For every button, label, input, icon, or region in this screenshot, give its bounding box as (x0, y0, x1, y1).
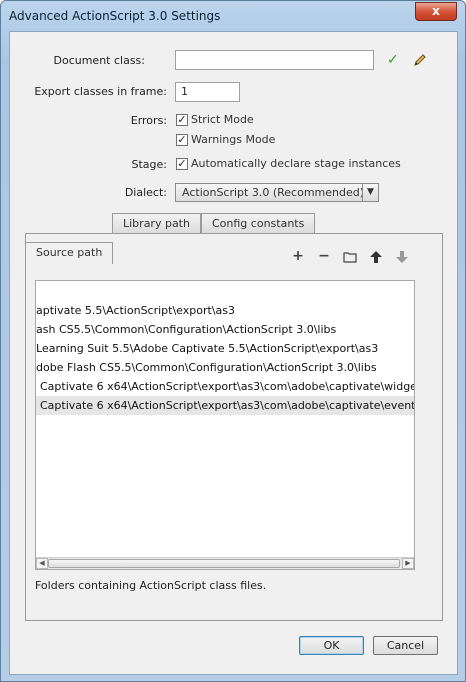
auto-declare-label: Automatically declare stage instances (191, 157, 401, 170)
scroll-left-icon[interactable]: ◀ (36, 558, 48, 569)
move-down-icon[interactable] (395, 250, 409, 264)
ok-button[interactable]: OK (299, 636, 364, 655)
auto-declare-checkbox[interactable]: ✓ Automatically declare stage instances (176, 157, 401, 170)
source-path-list[interactable]: aptivate 5.5\ActionScript\export\as3 ash… (35, 280, 415, 570)
strict-mode-label: Strict Mode (191, 113, 254, 126)
stage-label: Stage: (131, 158, 168, 171)
panel-caption: Folders containing ActionScript class fi… (35, 579, 267, 592)
cancel-button[interactable]: Cancel (373, 636, 438, 655)
dialect-label: Dialect: (124, 186, 167, 199)
dropdown-arrow-icon: ▼ (362, 184, 378, 201)
errors-label: Errors: (130, 114, 167, 127)
title-bar[interactable]: Advanced ActionScript 3.0 Settings x (1, 1, 465, 31)
edit-pencil-icon[interactable] (412, 52, 428, 68)
list-item[interactable]: Learning Suit 5.5\Adobe Captivate 5.5\Ac… (36, 339, 414, 358)
scroll-right-icon[interactable]: ▶ (402, 558, 414, 569)
list-item[interactable]: dobe Flash CS5.5\Common\Configuration\Ac… (36, 358, 414, 377)
checkbox-check-icon: ✓ (176, 112, 188, 126)
tab-source-path[interactable]: Source path (25, 242, 114, 264)
checkbox-check-icon: ✓ (176, 132, 188, 146)
dialect-select[interactable]: ActionScript 3.0 (Recommended) ▼ (175, 183, 379, 202)
warnings-mode-label: Warnings Mode (191, 133, 276, 146)
horizontal-scrollbar[interactable]: ◀ ▶ (36, 557, 414, 569)
checkbox-check-icon: ✓ (176, 156, 188, 170)
close-icon: x (432, 4, 440, 18)
add-icon[interactable]: + (291, 249, 305, 263)
export-frame-label: Export classes in frame: (34, 85, 167, 98)
window-title: Advanced ActionScript 3.0 Settings (9, 9, 221, 23)
document-class-input[interactable] (175, 50, 374, 70)
tab-config-constants[interactable]: Config constants (201, 213, 316, 233)
dialog-window: Advanced ActionScript 3.0 Settings x Doc… (0, 0, 466, 682)
tab-source-path-label: Source path (36, 246, 103, 259)
strict-mode-checkbox[interactable]: ✓ Strict Mode (176, 113, 254, 126)
warnings-mode-checkbox[interactable]: ✓ Warnings Mode (176, 133, 275, 146)
tab-config-constants-label: Config constants (212, 217, 305, 230)
list-item[interactable]: aptivate 5.5\ActionScript\export\as3 (36, 301, 414, 320)
tab-library-path[interactable]: Library path (112, 213, 201, 233)
validate-check-icon[interactable]: ✓ (387, 52, 399, 68)
export-frame-input[interactable]: 1 (175, 82, 240, 102)
move-up-icon[interactable] (369, 250, 383, 264)
folder-icon[interactable] (343, 250, 357, 264)
tab-library-path-label: Library path (123, 217, 190, 230)
list-item[interactable]: ash CS5.5\Common\Configuration\ActionScr… (36, 320, 414, 339)
list-item[interactable]: Captivate 6 x64\ActionScript\export\as3\… (36, 377, 414, 396)
dialog-client-area: Document class: ✓ Export classes in fram… (9, 31, 458, 675)
list-item-selected[interactable]: Captivate 6 x64\ActionScript\export\as3\… (36, 396, 414, 415)
close-button[interactable]: x (415, 2, 457, 21)
scrollbar-thumb[interactable] (48, 559, 400, 568)
remove-icon[interactable]: − (317, 249, 331, 263)
document-class-label: Document class: (53, 54, 146, 67)
dialect-value: ActionScript 3.0 (Recommended) (182, 186, 365, 199)
